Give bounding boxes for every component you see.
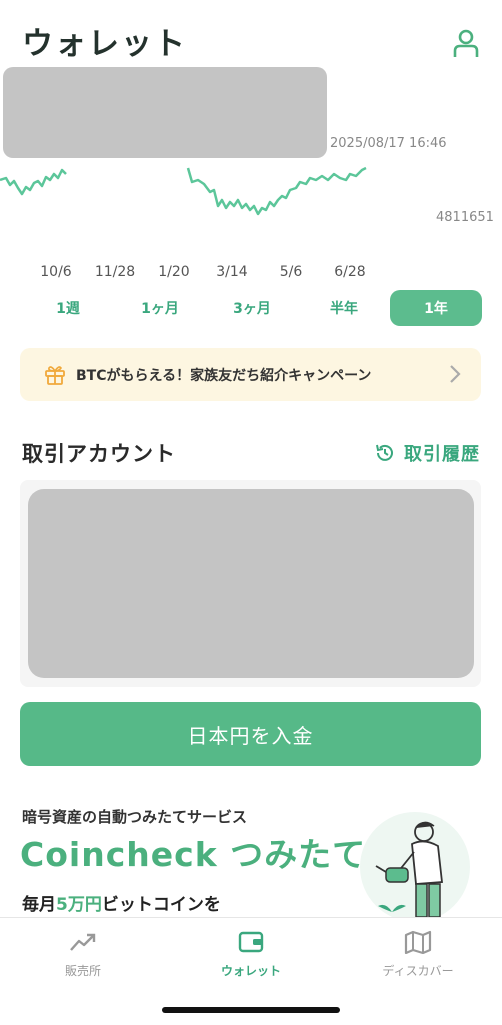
tab-half-year[interactable]: 半年: [298, 290, 390, 326]
map-icon: [404, 930, 432, 954]
home-indicator[interactable]: [162, 1007, 340, 1013]
chevron-right-icon: [450, 365, 461, 383]
tsumitate-description: 毎月5万円ビットコインを: [22, 890, 221, 915]
x-label: 11/28: [94, 264, 136, 280]
nav-sales-label: 販売所: [64, 964, 101, 978]
page-title: ウォレット: [22, 26, 187, 62]
promo-text: BTCがもらえる！家族友だち紹介キャンペーン: [76, 367, 372, 384]
desc-prefix: 毎月: [22, 895, 56, 915]
nav-wallet-label: ウォレット: [220, 964, 281, 978]
watering-person-illustration: [360, 812, 470, 917]
account-section-title: 取引アカウント: [22, 442, 176, 466]
x-label: 6/28: [334, 264, 366, 280]
price-chart[interactable]: [0, 150, 502, 230]
nav-wallet[interactable]: ウォレット: [181, 930, 321, 979]
wallet-icon: [238, 931, 264, 953]
promo-banner[interactable]: BTCがもらえる！家族友だち紹介キャンペーン: [20, 348, 481, 401]
x-label: 5/6: [279, 264, 303, 280]
x-label: 1/20: [158, 264, 190, 280]
account-card[interactable]: [20, 480, 481, 687]
tab-1-year[interactable]: 1年: [390, 290, 482, 326]
balance-redacted: [3, 67, 327, 158]
chart-timestamp: 2025/08/17 16:46: [330, 136, 447, 151]
gift-icon: [45, 365, 65, 385]
trend-icon: [70, 933, 96, 951]
desc-suffix: ビットコインを: [101, 895, 221, 915]
tsumitate-subtitle: 暗号資産の自動つみたてサービス: [22, 808, 248, 826]
chart-x-axis: 10/6 11/28 1/20 3/14 5/6 6/28: [0, 264, 502, 284]
tab-1-month[interactable]: 1ヶ月: [114, 290, 206, 326]
nav-discover[interactable]: ディスカバー: [348, 930, 488, 979]
tab-1-week[interactable]: 1週: [22, 290, 114, 326]
chart-line-right: [186, 166, 367, 216]
x-label: 10/6: [40, 264, 72, 280]
chart-line-left: [0, 168, 67, 196]
person-icon[interactable]: [452, 28, 480, 58]
history-label: 取引履歴: [404, 444, 480, 465]
history-link[interactable]: 取引履歴: [374, 440, 480, 466]
history-icon: [376, 444, 393, 461]
tab-3-months[interactable]: 3ヶ月: [206, 290, 298, 326]
nav-discover-label: ディスカバー: [382, 964, 454, 978]
chart-low-value: 4811651: [436, 210, 494, 225]
desc-amount: 5万円: [56, 895, 102, 915]
nav-sales[interactable]: 販売所: [13, 930, 153, 979]
period-tabs: 1週 1ヶ月 3ヶ月 半年 1年: [22, 290, 482, 326]
x-label: 3/14: [216, 264, 248, 280]
deposit-jpy-button[interactable]: 日本円を入金: [20, 702, 481, 766]
tsumitate-title[interactable]: Coincheck つみたて: [20, 828, 366, 876]
account-redacted: [28, 489, 474, 678]
